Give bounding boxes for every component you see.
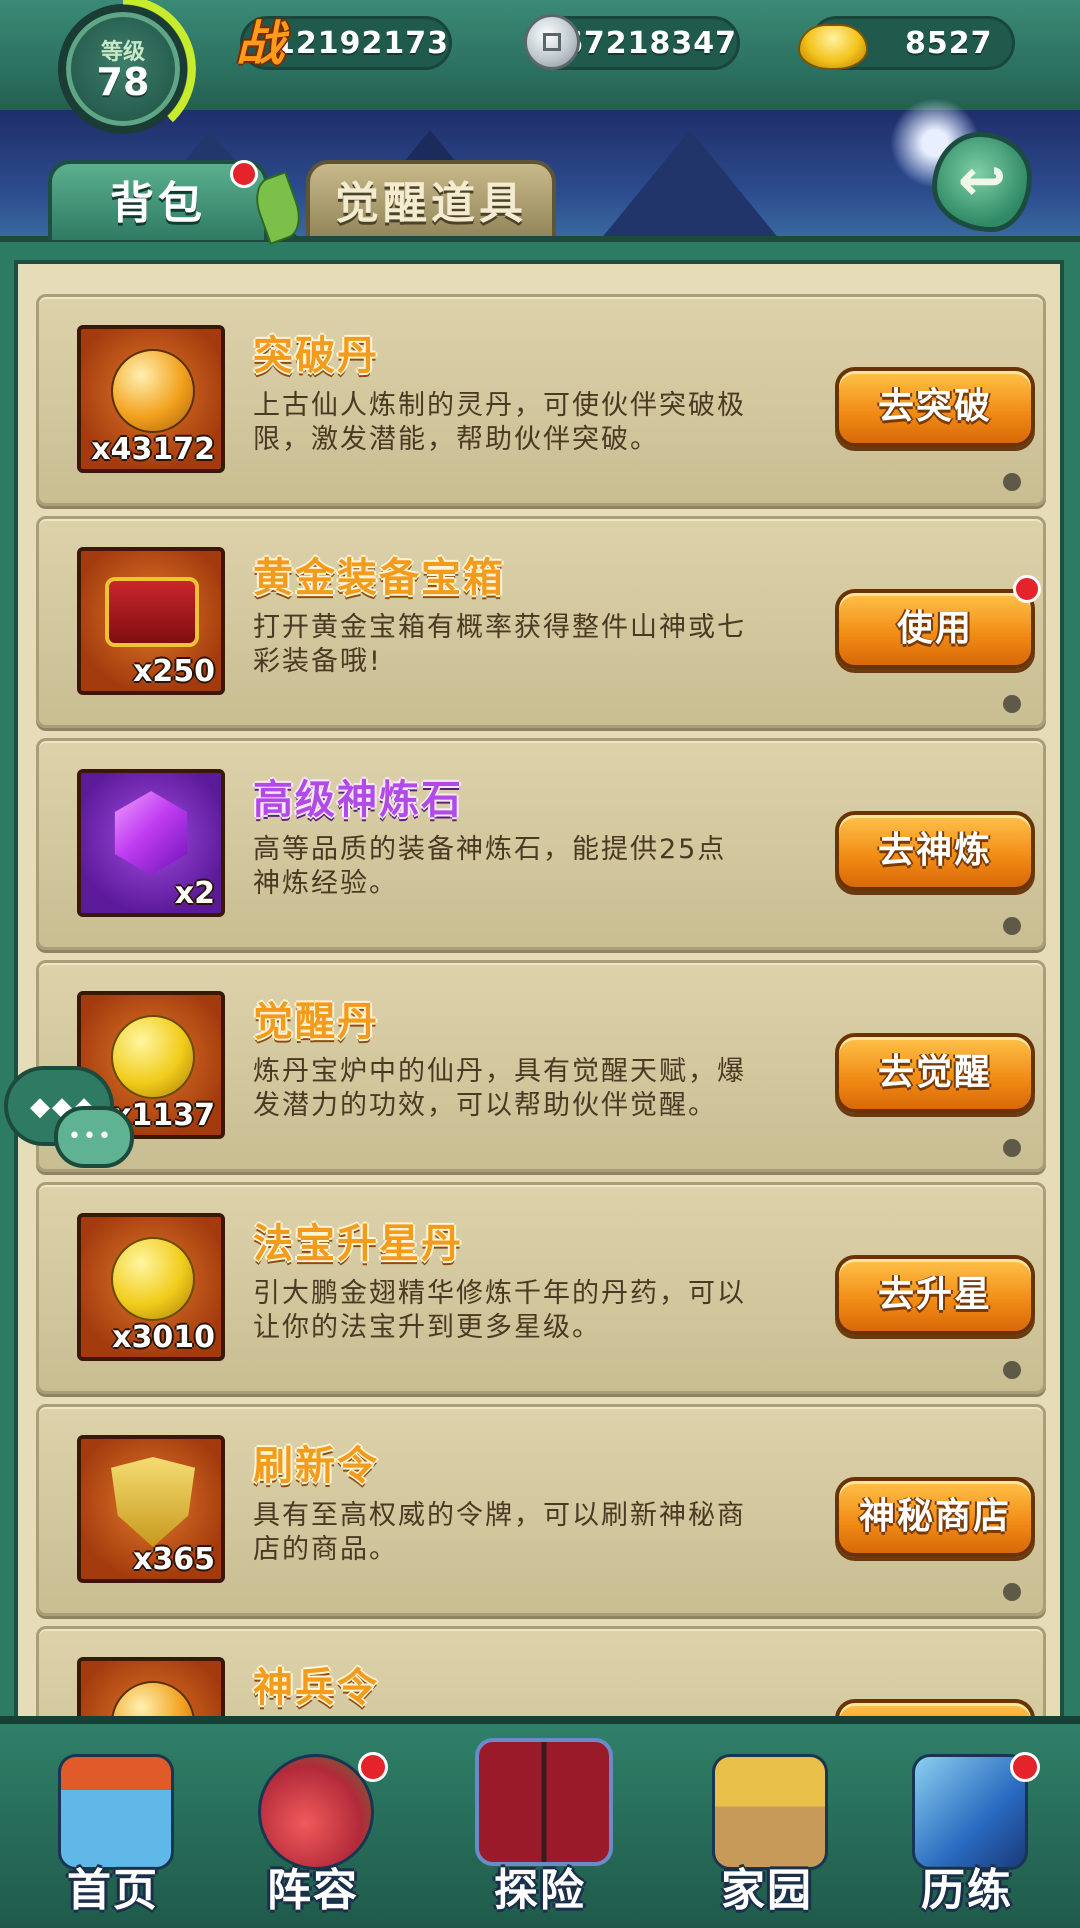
item-icon-frame[interactable]: x43172 [77,325,225,473]
item-quantity: x250 [133,654,215,689]
back-arrow-icon[interactable]: ↩ [932,132,1032,232]
item-card: x365 刷新令 具有至高权威的令牌，可以刷新神秘商店的商品。 神秘商店 [36,1404,1046,1616]
notification-dot [1013,575,1041,603]
item-card: x3010 法宝升星丹 引大鹏金翅精华修炼千年的丹药，可以让你的法宝升到更多星级… [36,1182,1046,1394]
star-up-button[interactable]: 去升星 [835,1255,1035,1335]
refine-stone-icon [114,791,188,875]
lineup-gourds-icon [258,1754,374,1870]
refresh-token-icon [111,1457,195,1547]
item-name: 神兵令 [253,1665,379,1711]
item-icon-frame[interactable]: x250 [77,547,225,695]
nav-adventure[interactable]: 探险 [445,1738,635,1928]
star-up-pill-icon [111,1237,195,1321]
item-name: 突破丹 [253,333,379,379]
item-card: x1137 觉醒丹 炼丹宝炉中的仙丹，具有觉醒天赋，爆发潜力的功效，可以帮助伙伴… [36,960,1046,1172]
tab-awakening-items[interactable]: 觉醒道具 [306,160,556,240]
notification-dot [358,1752,388,1782]
card-nail [1003,473,1021,491]
item-description: 具有至高权威的令牌，可以刷新神秘商店的商品。 [253,1500,746,1565]
item-description: 打开黄金宝箱有概率获得整件山神或七彩装备哦! [253,612,746,677]
nav-label: 阵容 [267,1865,359,1916]
mountain-silhouette [600,130,780,240]
nav-home[interactable]: 首页 [18,1748,208,1928]
nav-label: 家园 [721,1865,813,1916]
nav-label: 历练 [921,1865,1013,1916]
adventure-gate-icon [475,1738,613,1866]
item-name: 法宝升星丹 [253,1221,463,1267]
gold-ingot-icon [798,24,868,70]
card-nail [1003,1361,1021,1379]
nav-label: 首页 [67,1865,159,1916]
card-nail [1003,695,1021,713]
item-quantity: x3010 [112,1320,215,1355]
homestead-house-icon [712,1754,828,1870]
home-pavilion-icon [58,1754,174,1870]
card-nail [1003,1139,1021,1157]
mystery-shop-button[interactable]: 神秘商店 [835,1477,1035,1557]
item-card: x2 高级神炼石 高等品质的装备神炼石，能提供25点神炼经验。 去神炼 [36,738,1046,950]
chat-bubble-icon[interactable]: ◆◆◆ ••• [4,1066,134,1172]
breakthrough-pill-icon [111,349,195,433]
silver-coin-icon [524,14,580,70]
treasure-chest-icon [105,577,199,647]
item-icon-frame[interactable]: x365 [77,1435,225,1583]
item-list[interactable]: x43172 突破丹 上古仙人炼制的灵丹，可使伙伴突破极限，激发潜能，帮助伙伴突… [14,260,1064,1740]
card-nail [1003,1583,1021,1601]
gold-value: 8527 [905,25,993,61]
battle-power-value: 12192173 [274,25,449,61]
use-button[interactable]: 使用 [835,589,1035,669]
battle-power-icon: 战 [236,16,285,72]
inventory-panel: x43172 突破丹 上古仙人炼制的灵丹，可使伙伴突破极限，激发潜能，帮助伙伴突… [0,236,1080,1742]
notification-dot [230,160,258,188]
nav-label: 探险 [494,1865,586,1916]
item-description: 引大鹏金翅精华修炼千年的丹药，可以让你的法宝升到更多星级。 [253,1278,746,1343]
level-progress-ring [50,0,196,142]
item-name: 刷新令 [253,1443,379,1489]
item-card: x43172 突破丹 上古仙人炼制的灵丹，可使伙伴突破极限，激发潜能，帮助伙伴突… [36,294,1046,506]
item-icon-frame[interactable]: x2 [77,769,225,917]
item-card: x250 黄金装备宝箱 打开黄金宝箱有概率获得整件山神或七彩装备哦! 使用 [36,516,1046,728]
item-quantity: x365 [133,1542,215,1577]
item-quantity: x2 [174,876,215,911]
bottom-navigation: 首页 阵容 探险 家园 历练 [0,1716,1080,1928]
item-description: 高等品质的装备神炼石，能提供25点神炼经验。 [253,834,727,899]
item-name: 觉醒丹 [253,999,379,1045]
item-description: 上古仙人炼制的灵丹，可使伙伴突破极限，激发潜能，帮助伙伴突破。 [253,390,746,455]
notification-dot [1010,1752,1040,1782]
item-quantity: x43172 [91,432,215,467]
item-name: 高级神炼石 [253,777,463,823]
awaken-button[interactable]: 去觉醒 [835,1033,1035,1113]
nav-homestead[interactable]: 家园 [672,1748,862,1928]
breakthrough-button[interactable]: 去突破 [835,367,1035,447]
item-icon-frame[interactable]: x3010 [77,1213,225,1361]
card-nail [1003,917,1021,935]
item-name: 黄金装备宝箱 [253,555,505,601]
silver-value: 67218347 [562,25,737,61]
refine-button[interactable]: 去神炼 [835,811,1035,891]
item-description: 炼丹宝炉中的仙丹，具有觉醒天赋，爆发潜力的功效，可以帮助伙伴觉醒。 [253,1056,746,1121]
